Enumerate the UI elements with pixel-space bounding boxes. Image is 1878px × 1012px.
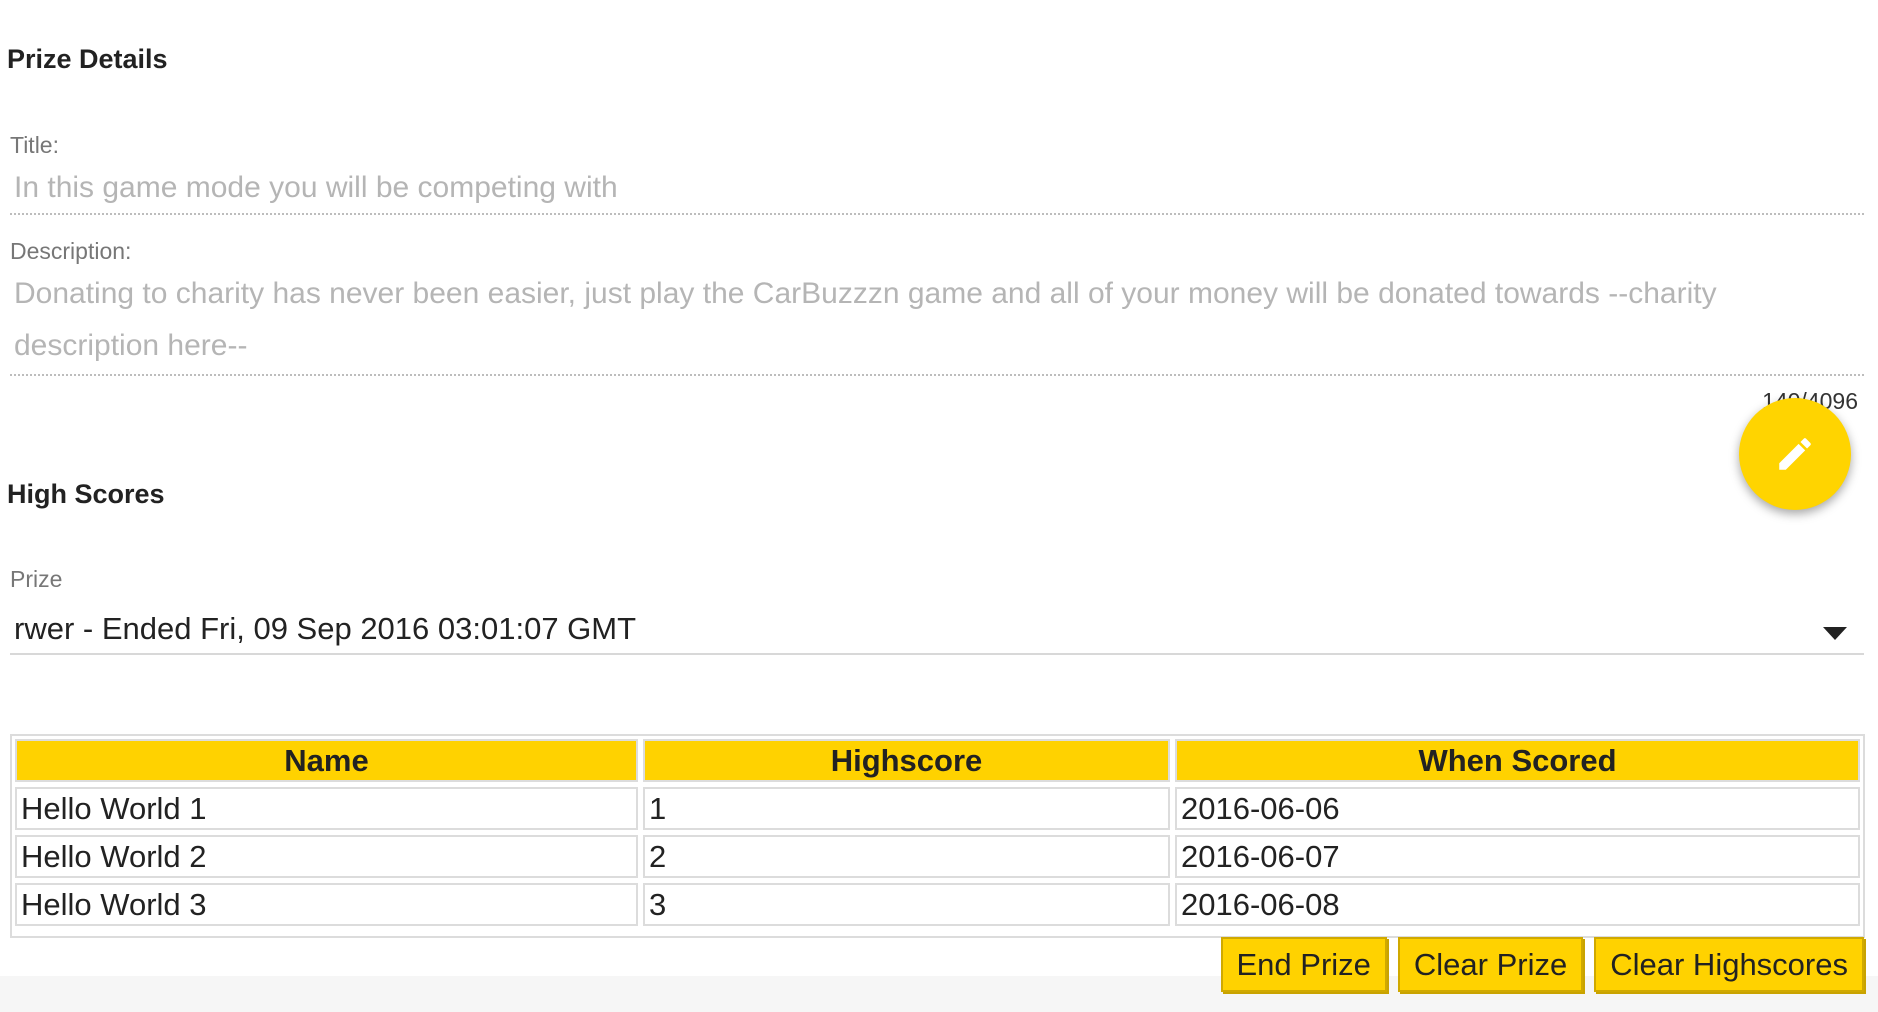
prize-select-label: Prize: [10, 566, 63, 592]
description-label: Description:: [10, 238, 132, 264]
cell-when-scored: 2016-06-06: [1175, 787, 1860, 830]
cell-name: Hello World 3: [15, 883, 638, 926]
description-field[interactable]: Donating to charity has never been easie…: [14, 268, 1864, 372]
high-scores-heading: High Scores: [7, 479, 165, 509]
title-underline: [10, 213, 1864, 215]
table-row[interactable]: Hello World 3 3 2016-06-08: [15, 883, 1860, 926]
cell-name: Hello World 2: [15, 835, 638, 878]
table-header-row: Name Highscore When Scored: [15, 739, 1860, 782]
prize-admin-page: Prize Details Title: In this game mode y…: [0, 0, 1878, 1012]
cell-name: Hello World 1: [15, 787, 638, 830]
title-field[interactable]: In this game mode you will be competing …: [14, 162, 618, 214]
edit-prize-button[interactable]: [1739, 398, 1851, 510]
column-header-when-scored[interactable]: When Scored: [1175, 739, 1860, 782]
column-header-name[interactable]: Name: [15, 739, 638, 782]
prize-details-heading: Prize Details: [7, 44, 168, 74]
dropdown-arrow-icon[interactable]: [1823, 627, 1847, 640]
prize-select[interactable]: rwer - Ended Fri, 09 Sep 2016 03:01:07 G…: [10, 605, 1864, 655]
cell-when-scored: 2016-06-08: [1175, 883, 1860, 926]
cell-when-scored: 2016-06-07: [1175, 835, 1860, 878]
cell-highscore: 1: [643, 787, 1170, 830]
title-label: Title:: [10, 132, 59, 158]
high-scores-table-container: Name Highscore When Scored Hello World 1…: [10, 734, 1865, 938]
pencil-icon: [1779, 438, 1811, 470]
end-prize-button[interactable]: End Prize: [1220, 937, 1387, 992]
high-scores-actions: End Prize Clear Prize Clear Highscores: [1220, 937, 1864, 992]
cell-highscore: 3: [643, 883, 1170, 926]
high-scores-table: Name Highscore When Scored Hello World 1…: [10, 734, 1865, 931]
column-header-highscore[interactable]: Highscore: [643, 739, 1170, 782]
prize-select-value: rwer - Ended Fri, 09 Sep 2016 03:01:07 G…: [14, 611, 637, 646]
table-row[interactable]: Hello World 2 2 2016-06-07: [15, 835, 1860, 878]
clear-prize-button[interactable]: Clear Prize: [1397, 937, 1584, 992]
cell-highscore: 2: [643, 835, 1170, 878]
clear-highscores-button[interactable]: Clear Highscores: [1594, 937, 1864, 992]
description-underline: [10, 374, 1864, 376]
table-row[interactable]: Hello World 1 1 2016-06-06: [15, 787, 1860, 830]
